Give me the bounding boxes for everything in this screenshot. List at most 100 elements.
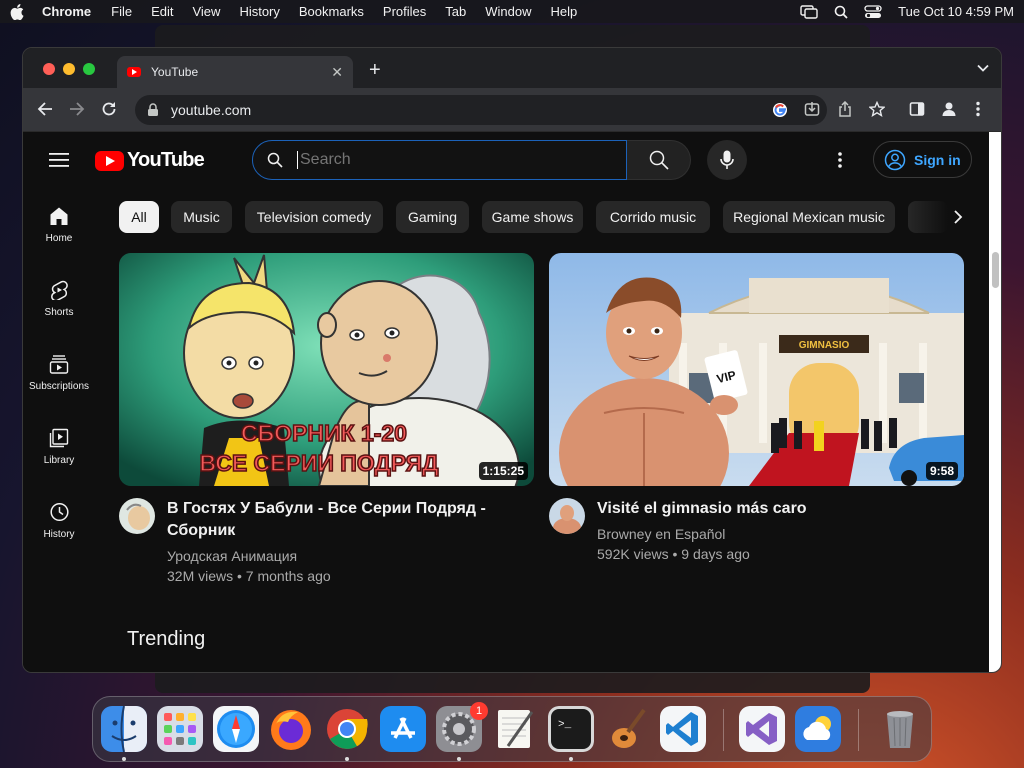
reload-icon[interactable]: [101, 101, 117, 117]
chip-all[interactable]: All: [119, 201, 159, 233]
minimize-window-button[interactable]: [63, 63, 75, 75]
search-button[interactable]: [627, 140, 691, 180]
google-lens-icon[interactable]: [772, 102, 788, 118]
new-tab-icon[interactable]: +: [369, 59, 381, 82]
channel-avatar[interactable]: [549, 498, 585, 534]
trash-icon[interactable]: [877, 706, 923, 752]
install-app-icon[interactable]: [804, 101, 820, 117]
sign-in-label: Sign in: [914, 151, 961, 168]
site-info-lock-icon[interactable]: [147, 103, 159, 117]
chip-television-comedy[interactable]: Television comedy: [245, 201, 383, 233]
gym-mansion-thumbnail-image: GIMNASIO VIP: [549, 253, 964, 486]
address-bar[interactable]: youtube.com: [135, 95, 827, 125]
running-indicator: [569, 757, 573, 761]
menu-view[interactable]: View: [192, 4, 220, 19]
chrome-menu-kebab-icon[interactable]: [975, 101, 981, 117]
forward-arrow-icon[interactable]: [69, 101, 85, 117]
channel-avatar[interactable]: [119, 498, 155, 534]
share-icon[interactable]: [837, 101, 853, 117]
launchpad-icon[interactable]: [157, 706, 203, 752]
youtube-logo-text: YouTube: [127, 149, 205, 171]
chip-partial[interactable]: [908, 201, 948, 233]
running-indicator: [122, 757, 126, 761]
video-thumbnail[interactable]: СБОРНИК 1-20 ВСЕ СЕРИИ ПОДРЯД 1:15:25: [119, 253, 534, 486]
video-stats: 32M views • 7 months ago: [167, 568, 331, 584]
finder-icon[interactable]: [101, 706, 147, 752]
garageband-icon[interactable]: [604, 706, 650, 752]
spotlight-search-icon[interactable]: [834, 5, 848, 19]
chip-gaming[interactable]: Gaming: [396, 201, 469, 233]
settings-kebab-icon[interactable]: [837, 152, 843, 168]
sign-in-button[interactable]: Sign in: [873, 141, 972, 178]
chrome-window: YouTube ✕ + youtube.com YouTube Search S…: [22, 47, 1002, 673]
search-input[interactable]: [297, 151, 597, 169]
chip-regional-mexican-music[interactable]: Regional Mexican music: [723, 201, 895, 233]
guide-item-home[interactable]: Home: [23, 206, 95, 244]
guide-menu-icon[interactable]: [49, 153, 69, 167]
voice-search-button[interactable]: [707, 140, 747, 180]
video-title[interactable]: В Гостях У Бабули - Все Серии Подряд - С…: [167, 498, 527, 542]
guide-item-history[interactable]: History: [23, 502, 95, 540]
channel-name[interactable]: Уродская Анимация: [167, 546, 297, 566]
notification-badge: 1: [470, 702, 488, 720]
dock-separator: [858, 709, 859, 751]
chip-corrido-music[interactable]: Corrido music: [596, 201, 710, 233]
menu-profiles[interactable]: Profiles: [383, 4, 426, 19]
trending-section-title: Trending: [127, 628, 206, 650]
tab-search-chevron-icon[interactable]: [977, 64, 989, 72]
video-duration: 9:58: [925, 462, 958, 480]
vscode-icon[interactable]: [660, 706, 706, 752]
apple-menu-icon[interactable]: [10, 3, 24, 20]
channel-name[interactable]: Browney en Español: [597, 524, 725, 544]
menu-help[interactable]: Help: [551, 4, 578, 19]
page-scrollbar[interactable]: [989, 132, 1001, 672]
menu-app-name[interactable]: Chrome: [42, 4, 91, 19]
profile-avatar-icon[interactable]: [941, 101, 957, 117]
menu-tab[interactable]: Tab: [445, 4, 466, 19]
menu-history[interactable]: History: [239, 4, 279, 19]
weather-icon[interactable]: [795, 706, 841, 752]
tab-close-icon[interactable]: ✕: [331, 64, 343, 81]
control-center-icon[interactable]: [864, 4, 882, 19]
tab-title: YouTube: [151, 65, 199, 79]
tab-youtube[interactable]: YouTube ✕: [117, 56, 353, 88]
search-box[interactable]: [252, 140, 627, 180]
scrollbar-thumb[interactable]: [992, 252, 999, 288]
video-thumbnail[interactable]: GIMNASIO VIP 9:58: [549, 253, 964, 486]
chrome-icon[interactable]: [324, 706, 370, 752]
safari-icon[interactable]: [213, 706, 259, 752]
app-store-icon[interactable]: [380, 706, 426, 752]
youtube-favicon-icon: [127, 67, 141, 77]
menu-bar-clock[interactable]: Tue Oct 10 4:59 PM: [898, 4, 1014, 19]
chip-game-shows[interactable]: Game shows: [482, 201, 583, 233]
close-window-button[interactable]: [43, 63, 55, 75]
screen-mirroring-icon[interactable]: [800, 4, 818, 19]
firefox-icon[interactable]: [268, 706, 314, 752]
youtube-logo[interactable]: YouTube: [95, 149, 205, 172]
video-stats: 592K views • 9 days ago: [597, 546, 750, 562]
zoom-window-button[interactable]: [83, 63, 95, 75]
menu-window[interactable]: Window: [485, 4, 531, 19]
guide-item-subscriptions[interactable]: Subscriptions: [23, 354, 95, 392]
subscriptions-icon: [49, 355, 69, 374]
side-panel-icon[interactable]: [909, 101, 925, 117]
macos-menu-bar: Chrome File Edit View History Bookmarks …: [0, 0, 1024, 23]
menu-edit[interactable]: Edit: [151, 4, 173, 19]
address-url: youtube.com: [171, 102, 252, 118]
menu-bookmarks[interactable]: Bookmarks: [299, 4, 364, 19]
chevron-right-icon[interactable]: [953, 209, 963, 225]
back-arrow-icon[interactable]: [37, 101, 53, 117]
dock-separator: [723, 709, 724, 751]
menu-file[interactable]: File: [111, 4, 132, 19]
guide-item-library[interactable]: Library: [23, 428, 95, 466]
terminal-icon[interactable]: >_: [548, 706, 594, 752]
video-title[interactable]: Visité el gimnasio más caro: [597, 498, 957, 520]
guide-item-shorts[interactable]: Shorts: [23, 280, 95, 318]
visual-studio-icon[interactable]: [739, 706, 785, 752]
youtube-masthead: YouTube Sign in: [23, 132, 989, 188]
library-icon: [49, 428, 69, 448]
bookmark-star-icon[interactable]: [869, 101, 885, 117]
chip-music[interactable]: Music: [171, 201, 232, 233]
cartoon-thumbnail-image: СБОРНИК 1-20 ВСЕ СЕРИИ ПОДРЯД: [119, 253, 534, 486]
textedit-icon[interactable]: [492, 706, 538, 752]
